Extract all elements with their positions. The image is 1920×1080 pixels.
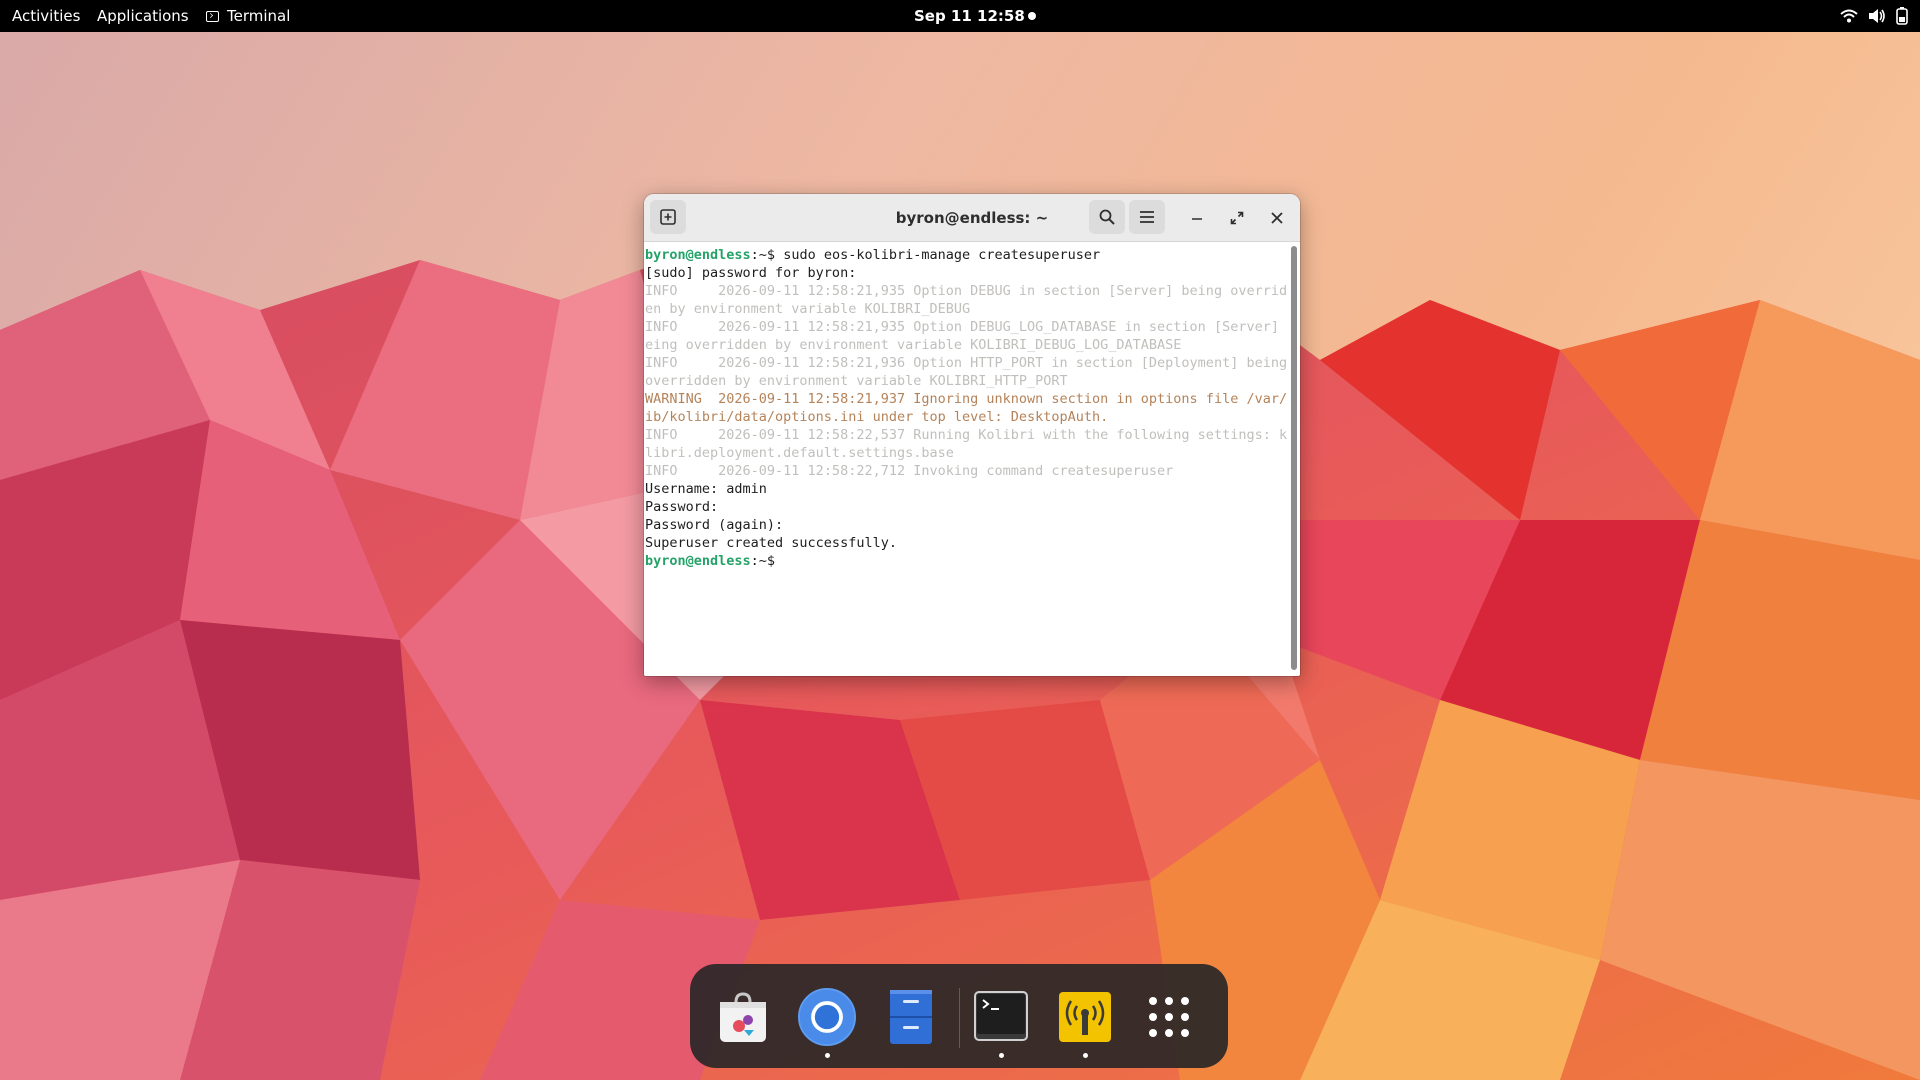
terminal-line: INFO 2026-09-11 12:58:22,537 Running Kol… (645, 427, 1288, 443)
active-app-menu[interactable]: Terminal (206, 0, 290, 32)
running-indicator-icon (1083, 1053, 1088, 1058)
terminal-output[interactable]: byron@endless:~$ sudo eos-kolibri-manage… (644, 242, 1288, 676)
prompt-user-host: byron@endless (645, 553, 751, 569)
command-text: sudo eos-kolibri-manage createsuperuser (775, 247, 1101, 263)
terminal-scrollbar[interactable] (1290, 246, 1298, 670)
terminal-line: Username: admin (645, 481, 767, 497)
scrollbar-thumb[interactable] (1291, 246, 1297, 670)
top-bar: Activities Applications Terminal Sep 11 … (0, 0, 1920, 32)
main-menu-button[interactable] (1129, 200, 1165, 234)
dock-terminal[interactable] (972, 988, 1030, 1058)
active-app-label: Terminal (227, 7, 291, 25)
terminal-line: byron@endless:~$ sudo eos-kolibri-manage… (645, 246, 1288, 264)
dock-app-center[interactable] (714, 988, 772, 1046)
terminal-line: INFO 2026-09-11 12:58:21,936 Option HTTP… (645, 355, 1288, 371)
dock-files[interactable] (882, 988, 940, 1046)
system-status-area[interactable] (1840, 0, 1908, 32)
terminal-line: byron@endless:~$ (645, 552, 1288, 570)
notification-dot-icon (1028, 12, 1036, 20)
search-button[interactable] (1089, 200, 1125, 234)
terminal-line: Superuser created successfully. (645, 535, 897, 551)
minimize-icon (1192, 218, 1202, 220)
terminal-window[interactable]: byron@endless: ~ byron@endless:~$ sudo e… (644, 194, 1300, 676)
terminal-line: Password: (645, 499, 719, 515)
app-center-icon (720, 992, 766, 1042)
running-indicator-icon (999, 1053, 1004, 1058)
window-headerbar[interactable]: byron@endless: ~ (644, 194, 1300, 242)
applications-menu[interactable]: Applications (97, 0, 189, 32)
wifi-icon (1840, 9, 1858, 23)
terminal-line: Password (again): (645, 517, 784, 533)
dock-kolibri-server[interactable] (1056, 988, 1114, 1058)
new-tab-icon (660, 209, 676, 225)
terminal-line: en by environment variable KOLIBRI_DEBUG (645, 301, 971, 317)
volume-icon (1869, 9, 1885, 23)
prompt-suffix: :~$ (750, 247, 776, 263)
terminal-line: ib/kolibri/data/options.ini under top le… (645, 409, 1109, 425)
terminal-icon (206, 10, 219, 22)
close-icon (1271, 212, 1283, 224)
search-icon (1099, 209, 1115, 225)
dock-show-apps[interactable] (1140, 988, 1198, 1046)
battery-icon (1896, 7, 1908, 25)
terminal-line: INFO 2026-09-11 12:58:22,712 Invoking co… (645, 463, 1174, 479)
terminal-line: overridden by environment variable KOLIB… (645, 373, 1068, 389)
clock[interactable]: Sep 11 12:58 (914, 0, 1025, 32)
activities-button[interactable]: Activities (12, 0, 80, 32)
minimize-button[interactable] (1182, 203, 1212, 233)
terminal-line: [sudo] password for byron: (645, 265, 857, 281)
dock-chromium[interactable] (798, 988, 856, 1058)
prompt-suffix: :~$ (750, 553, 776, 569)
kolibri-server-icon (1059, 992, 1111, 1042)
maximize-icon (1230, 211, 1244, 225)
close-button[interactable] (1262, 203, 1292, 233)
terminal-line: INFO 2026-09-11 12:58:21,935 Option DEBU… (645, 319, 1288, 335)
terminal-line: libri.deployment.default.settings.base (645, 445, 954, 461)
hamburger-menu-icon (1140, 211, 1154, 223)
dock-separator (959, 988, 960, 1048)
terminal-line: INFO 2026-09-11 12:58:21,935 Option DEBU… (645, 283, 1288, 299)
new-tab-button[interactable] (650, 200, 686, 234)
terminal-line: eing overridden by environment variable … (645, 337, 1182, 353)
maximize-button[interactable] (1222, 203, 1252, 233)
running-indicator-icon (825, 1053, 830, 1058)
terminal-icon (974, 991, 1028, 1041)
prompt-user-host: byron@endless (645, 247, 751, 263)
chromium-icon (798, 988, 856, 1046)
files-icon (890, 990, 932, 1044)
app-grid-icon (1149, 997, 1189, 1037)
terminal-line: WARNING 2026-09-11 12:58:21,937 Ignoring… (645, 391, 1288, 407)
